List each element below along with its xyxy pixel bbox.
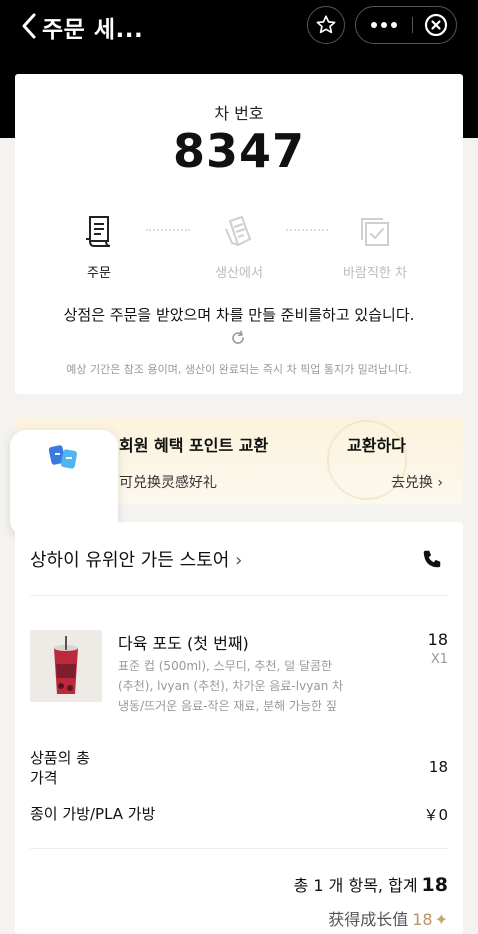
subtotal-label-line: 상품의 총 (30, 749, 90, 767)
banner-title-right: 교환하다 (347, 436, 406, 455)
growth-value: 18 (412, 910, 433, 929)
product-spec: 표준 컵 (500ml), 스무디, 추천, 덜 달콤한 (추천), lvyan… (118, 656, 378, 716)
pickup-number-label: 차 번호 (214, 104, 264, 123)
banner-title: 회원 혜택 포인트 교환 (119, 436, 269, 455)
banner-subtitle: 可兑换灵感好礼 (119, 475, 217, 491)
close-button[interactable] (416, 7, 456, 42)
grape-drink-image (30, 630, 102, 702)
check-box-icon (361, 218, 389, 246)
status-note: 예상 기간은 참조 용이며, 생산이 완료되는 즉시 차 픽업 통지가 밀려납니… (66, 363, 412, 376)
subtotal-label-line: 가격 (30, 769, 58, 787)
step-producing: 생산에서 (179, 212, 299, 281)
banner-link[interactable]: 去兑换 › (391, 472, 443, 492)
divider (30, 848, 448, 849)
refresh-icon (232, 330, 244, 344)
pickup-number: 8347 (172, 124, 306, 178)
product-spec-line: 표준 컵 (500ml), 스무디, 추천, 덜 달콤한 (118, 659, 333, 673)
page-title: 주문 세... (42, 17, 144, 43)
chevron-right-icon: › (235, 550, 243, 571)
step-ordered-label: 주문 (87, 266, 111, 281)
phone-icon (423, 550, 441, 568)
mini-program-capsule (355, 6, 457, 44)
step-producing-label: 생산에서 (215, 266, 263, 281)
order-detail-card: 상하이 유위안 가든 스토어 › 다육 포도 (첫 번째) 18 X1 표준 컵… (15, 522, 463, 934)
close-circle-icon (424, 13, 448, 36)
order-total-value: 18 (421, 874, 448, 896)
store-name: 상하이 유위안 가든 스토어 (30, 550, 230, 571)
order-total: 총 1 개 항목, 합계 18 (294, 872, 448, 896)
favorite-button[interactable] (307, 6, 345, 44)
product-quantity: X1 (430, 652, 448, 667)
divider (30, 595, 448, 596)
bag-label: 종이 가방/PLA 가방 (30, 805, 156, 823)
product-image (30, 630, 102, 702)
bag-value: ￥0 (423, 806, 448, 824)
subtotal-label: 상품의 총 가격 (30, 748, 90, 788)
floating-app-tile[interactable] (10, 430, 118, 536)
step-ready: 바람직한 차 (315, 212, 435, 281)
sparkle-icon: ✦ (434, 910, 448, 929)
app-logo-icon (48, 445, 77, 469)
product-spec-line: (추천), lvyan (추천), 차가운 음료-lvyan 차 (118, 679, 344, 693)
more-icon (371, 21, 397, 28)
chevron-left-icon (22, 13, 36, 39)
growth-points: 获得成长值 18 ✦ (328, 906, 448, 930)
call-store-button[interactable] (419, 546, 445, 572)
step-ready-label: 바람직한 차 (343, 266, 407, 281)
refresh-button[interactable] (228, 328, 248, 348)
star-icon (316, 15, 336, 34)
order-total-label: 총 1 개 항목, 합계 (293, 876, 418, 895)
capsule-divider (412, 17, 413, 33)
chevron-right-icon: › (437, 475, 443, 491)
banner-link-label: 去兑换 (390, 475, 433, 491)
growth-label: 获得成长值 (328, 910, 409, 929)
store-name-link[interactable]: 상하이 유위안 가든 스토어 › (30, 546, 242, 572)
subtotal-value: 18 (428, 758, 448, 776)
product-spec-line: 냉동/뜨거운 음료-작은 재료, 분해 가능한 짚 (118, 699, 337, 713)
product-price: 18 (427, 630, 448, 649)
more-button[interactable] (356, 7, 412, 42)
status-message: 상점은 주문을 받았으며 차를 만들 준비를하고 있습니다. (63, 306, 415, 324)
receipt-icon (86, 216, 111, 247)
step-ordered: 주문 (39, 212, 159, 281)
order-status-card: 차 번호 8347 주문 생산에서 바람직한 차 상점은 주문을 받았으며 차를… (15, 74, 463, 394)
product-name: 다육 포도 (첫 번째) (118, 634, 249, 653)
back-button[interactable] (14, 6, 44, 46)
cup-icon (225, 216, 251, 246)
